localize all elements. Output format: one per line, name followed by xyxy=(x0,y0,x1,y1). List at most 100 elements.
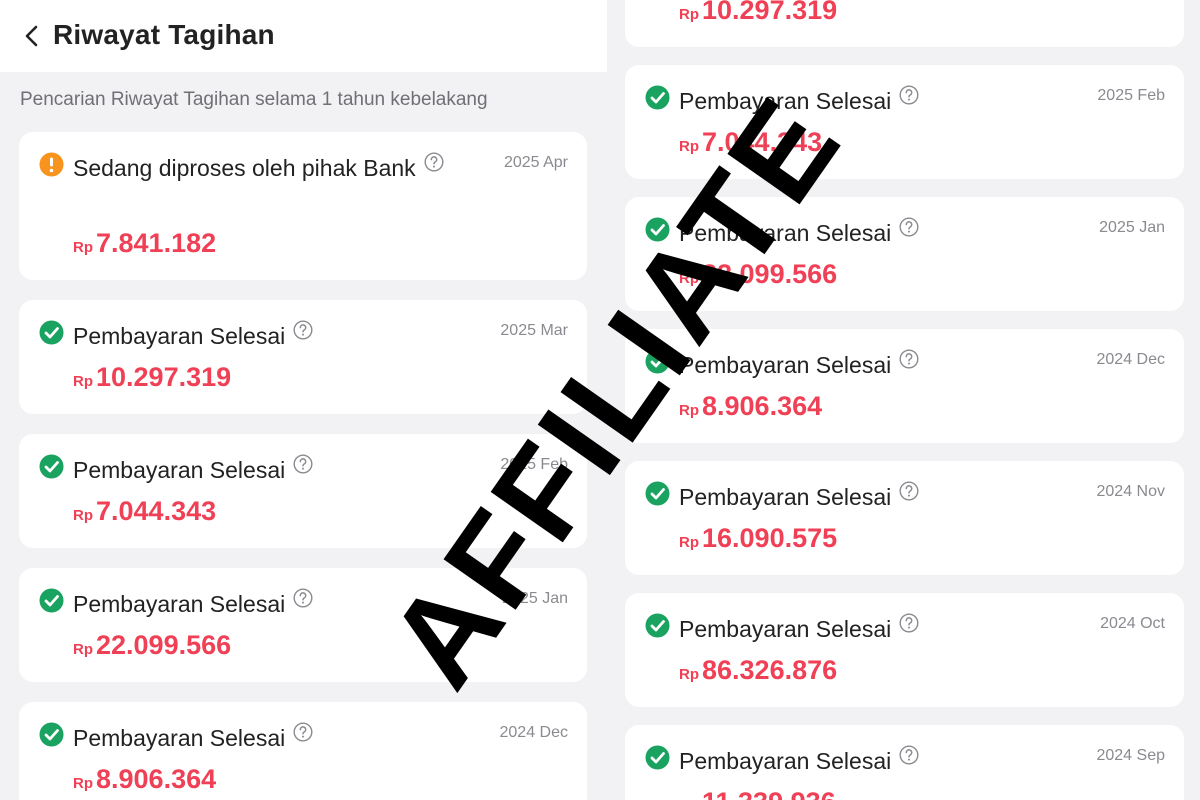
success-check-icon xyxy=(39,722,64,747)
status-text: Pembayaran Selesai xyxy=(679,88,892,114)
bill-date: 2024 Oct xyxy=(1100,615,1165,632)
currency-prefix: Rp xyxy=(679,138,699,155)
status-text: Pembayaran Selesai xyxy=(73,323,286,349)
success-check-icon xyxy=(645,217,670,242)
bill-amount: Rp 16.090.575 xyxy=(679,523,837,554)
status-text: Pembayaran Selesai xyxy=(679,352,892,378)
status-text: Pembayaran Selesai xyxy=(679,220,892,246)
bill-card[interactable]: Pembayaran Selesai 2025 Mar Rp10.297.319 xyxy=(625,0,1184,47)
status-text: Pembayaran Selesai xyxy=(679,748,892,774)
currency-prefix: Rp xyxy=(73,373,93,390)
amount-value: 8.906.364 xyxy=(702,391,823,421)
help-icon[interactable] xyxy=(899,610,919,633)
bill-amount: Rp11.339.936 xyxy=(679,787,836,800)
help-icon[interactable] xyxy=(899,346,919,369)
success-check-icon xyxy=(645,349,670,374)
bill-card[interactable]: Sedang diproses oleh pihak Bank 2025 Apr… xyxy=(19,132,587,280)
bill-card[interactable]: Pembayaran Selesai 2024 Oct Rp 86.326.876 xyxy=(625,593,1184,707)
bill-amount: Rp 7.044.343 xyxy=(73,496,216,527)
search-caption: Pencarian Riwayat Tagihan selama 1 tahun… xyxy=(20,89,488,110)
help-icon[interactable] xyxy=(899,742,919,765)
amount-value: 11.339.936 xyxy=(702,787,836,800)
back-button[interactable] xyxy=(16,20,48,52)
amount-value: 16.090.575 xyxy=(702,523,838,553)
currency-prefix: Rp xyxy=(73,641,93,658)
currency-prefix: Rp xyxy=(73,239,93,256)
amount-value: 8.906.364 xyxy=(96,764,217,794)
amount-value: 7.044.343 xyxy=(702,127,823,157)
bill-date: 2025 Apr xyxy=(503,154,568,171)
bill-date: 2024 Dec xyxy=(499,724,569,741)
bill-amount: Rp 7.841.182 xyxy=(73,228,216,259)
bill-amount: Rp 8.906.364 xyxy=(679,391,822,422)
success-check-icon xyxy=(645,613,670,638)
status-text: Pembayaran Selesai xyxy=(73,457,286,483)
bill-card[interactable]: Pembayaran Selesai 2025 Jan Rp 22.099.566 xyxy=(625,197,1184,311)
amount-value: 22.099.566 xyxy=(96,630,232,660)
success-check-icon xyxy=(645,85,670,110)
help-icon[interactable] xyxy=(293,451,313,474)
bill-card[interactable]: Pembayaran Selesai 2025 Feb Rp 7.044.343 xyxy=(625,65,1184,179)
bill-date: 2025 Mar xyxy=(500,322,568,339)
currency-prefix: Rp xyxy=(73,775,93,792)
amount-value: 86.326.876 xyxy=(702,655,838,685)
bill-amount: Rp 7.044.343 xyxy=(679,127,822,158)
bill-amount: Rp 22.099.566 xyxy=(679,259,837,290)
currency-prefix: Rp xyxy=(679,6,699,23)
bill-card[interactable]: Pembayaran Selesai 2025 Jan Rp 22.099.566 xyxy=(19,568,587,682)
amount-value: 7.044.343 xyxy=(96,496,217,526)
bill-date: 2025 Feb xyxy=(500,456,568,473)
amount-value: 22.099.566 xyxy=(702,259,838,289)
help-icon[interactable] xyxy=(899,478,919,501)
amount-value: 10.297.319 xyxy=(702,0,838,25)
screen: Riwayat Tagihan Pencarian Riwayat Tagiha… xyxy=(0,0,1200,800)
bill-card[interactable]: Pembayaran Selesai 2025 Mar Rp10.297.319 xyxy=(19,300,587,414)
status-text: Sedang diproses oleh pihak Bank xyxy=(73,155,416,181)
success-check-icon xyxy=(39,320,64,345)
bill-date: 2025 Jan xyxy=(502,590,568,607)
help-icon[interactable] xyxy=(293,317,313,340)
help-icon[interactable] xyxy=(899,214,919,237)
status-text: Pembayaran Selesai xyxy=(679,484,892,510)
currency-prefix: Rp xyxy=(73,507,93,524)
right-panel: Pembayaran Selesai 2025 Mar Rp10.297.319… xyxy=(607,0,1200,800)
currency-prefix: Rp xyxy=(679,270,699,287)
bill-history-list-left: Sedang diproses oleh pihak Bank 2025 Apr… xyxy=(19,132,587,800)
help-icon[interactable] xyxy=(899,82,919,105)
bill-amount: Rp 8.906.364 xyxy=(73,764,216,795)
amount-value: 10.297.319 xyxy=(96,362,232,392)
currency-prefix: Rp xyxy=(679,666,699,683)
status-text: Pembayaran Selesai xyxy=(73,591,286,617)
chevron-left-icon xyxy=(25,25,38,47)
bill-date: 2025 Feb xyxy=(1097,87,1165,104)
success-check-icon xyxy=(39,454,64,479)
status-text: Pembayaran Selesai xyxy=(73,725,286,751)
bill-card[interactable]: Pembayaran Selesai 2025 Feb Rp 7.044.343 xyxy=(19,434,587,548)
bill-amount: Rp 22.099.566 xyxy=(73,630,231,661)
left-panel: Riwayat Tagihan Pencarian Riwayat Tagiha… xyxy=(0,0,607,800)
success-check-icon xyxy=(645,481,670,506)
bill-card[interactable]: Pembayaran Selesai 2024 Dec Rp 8.906.364 xyxy=(625,329,1184,443)
status-text: Pembayaran Selesai xyxy=(679,616,892,642)
success-check-icon xyxy=(645,745,670,770)
pending-alert-icon xyxy=(39,152,64,177)
bill-amount: Rp 10.297.319 xyxy=(679,0,837,26)
bill-date: 2025 Jan xyxy=(1099,219,1165,236)
page-title: Riwayat Tagihan xyxy=(53,19,275,50)
help-icon[interactable] xyxy=(293,719,313,742)
currency-prefix: Rp xyxy=(679,402,699,419)
help-icon[interactable] xyxy=(293,585,313,608)
bill-amount: Rp 10.297.319 xyxy=(73,362,231,393)
bill-amount: Rp 86.326.876 xyxy=(679,655,837,686)
currency-prefix: Rp xyxy=(679,534,699,551)
bill-date: 2024 Nov xyxy=(1096,483,1166,500)
bill-date: 2024 Sep xyxy=(1096,747,1165,764)
help-icon[interactable] xyxy=(424,149,444,172)
bill-date: 2024 Dec xyxy=(1096,351,1166,368)
success-check-icon xyxy=(39,588,64,613)
bill-history-list-right: Pembayaran Selesai 2025 Mar Rp10.297.319… xyxy=(625,0,1184,800)
bill-card[interactable]: Pembayaran Selesai 2024 Nov Rp 16.090.575 xyxy=(625,461,1184,575)
amount-value: 7.841.182 xyxy=(96,228,217,258)
bill-card[interactable]: Pembayaran Selesai 2024 Dec Rp 8.906.364 xyxy=(19,702,587,800)
bill-card[interactable]: Pembayaran Selesai 2024 Sep Rp11.339.936 xyxy=(625,725,1184,800)
